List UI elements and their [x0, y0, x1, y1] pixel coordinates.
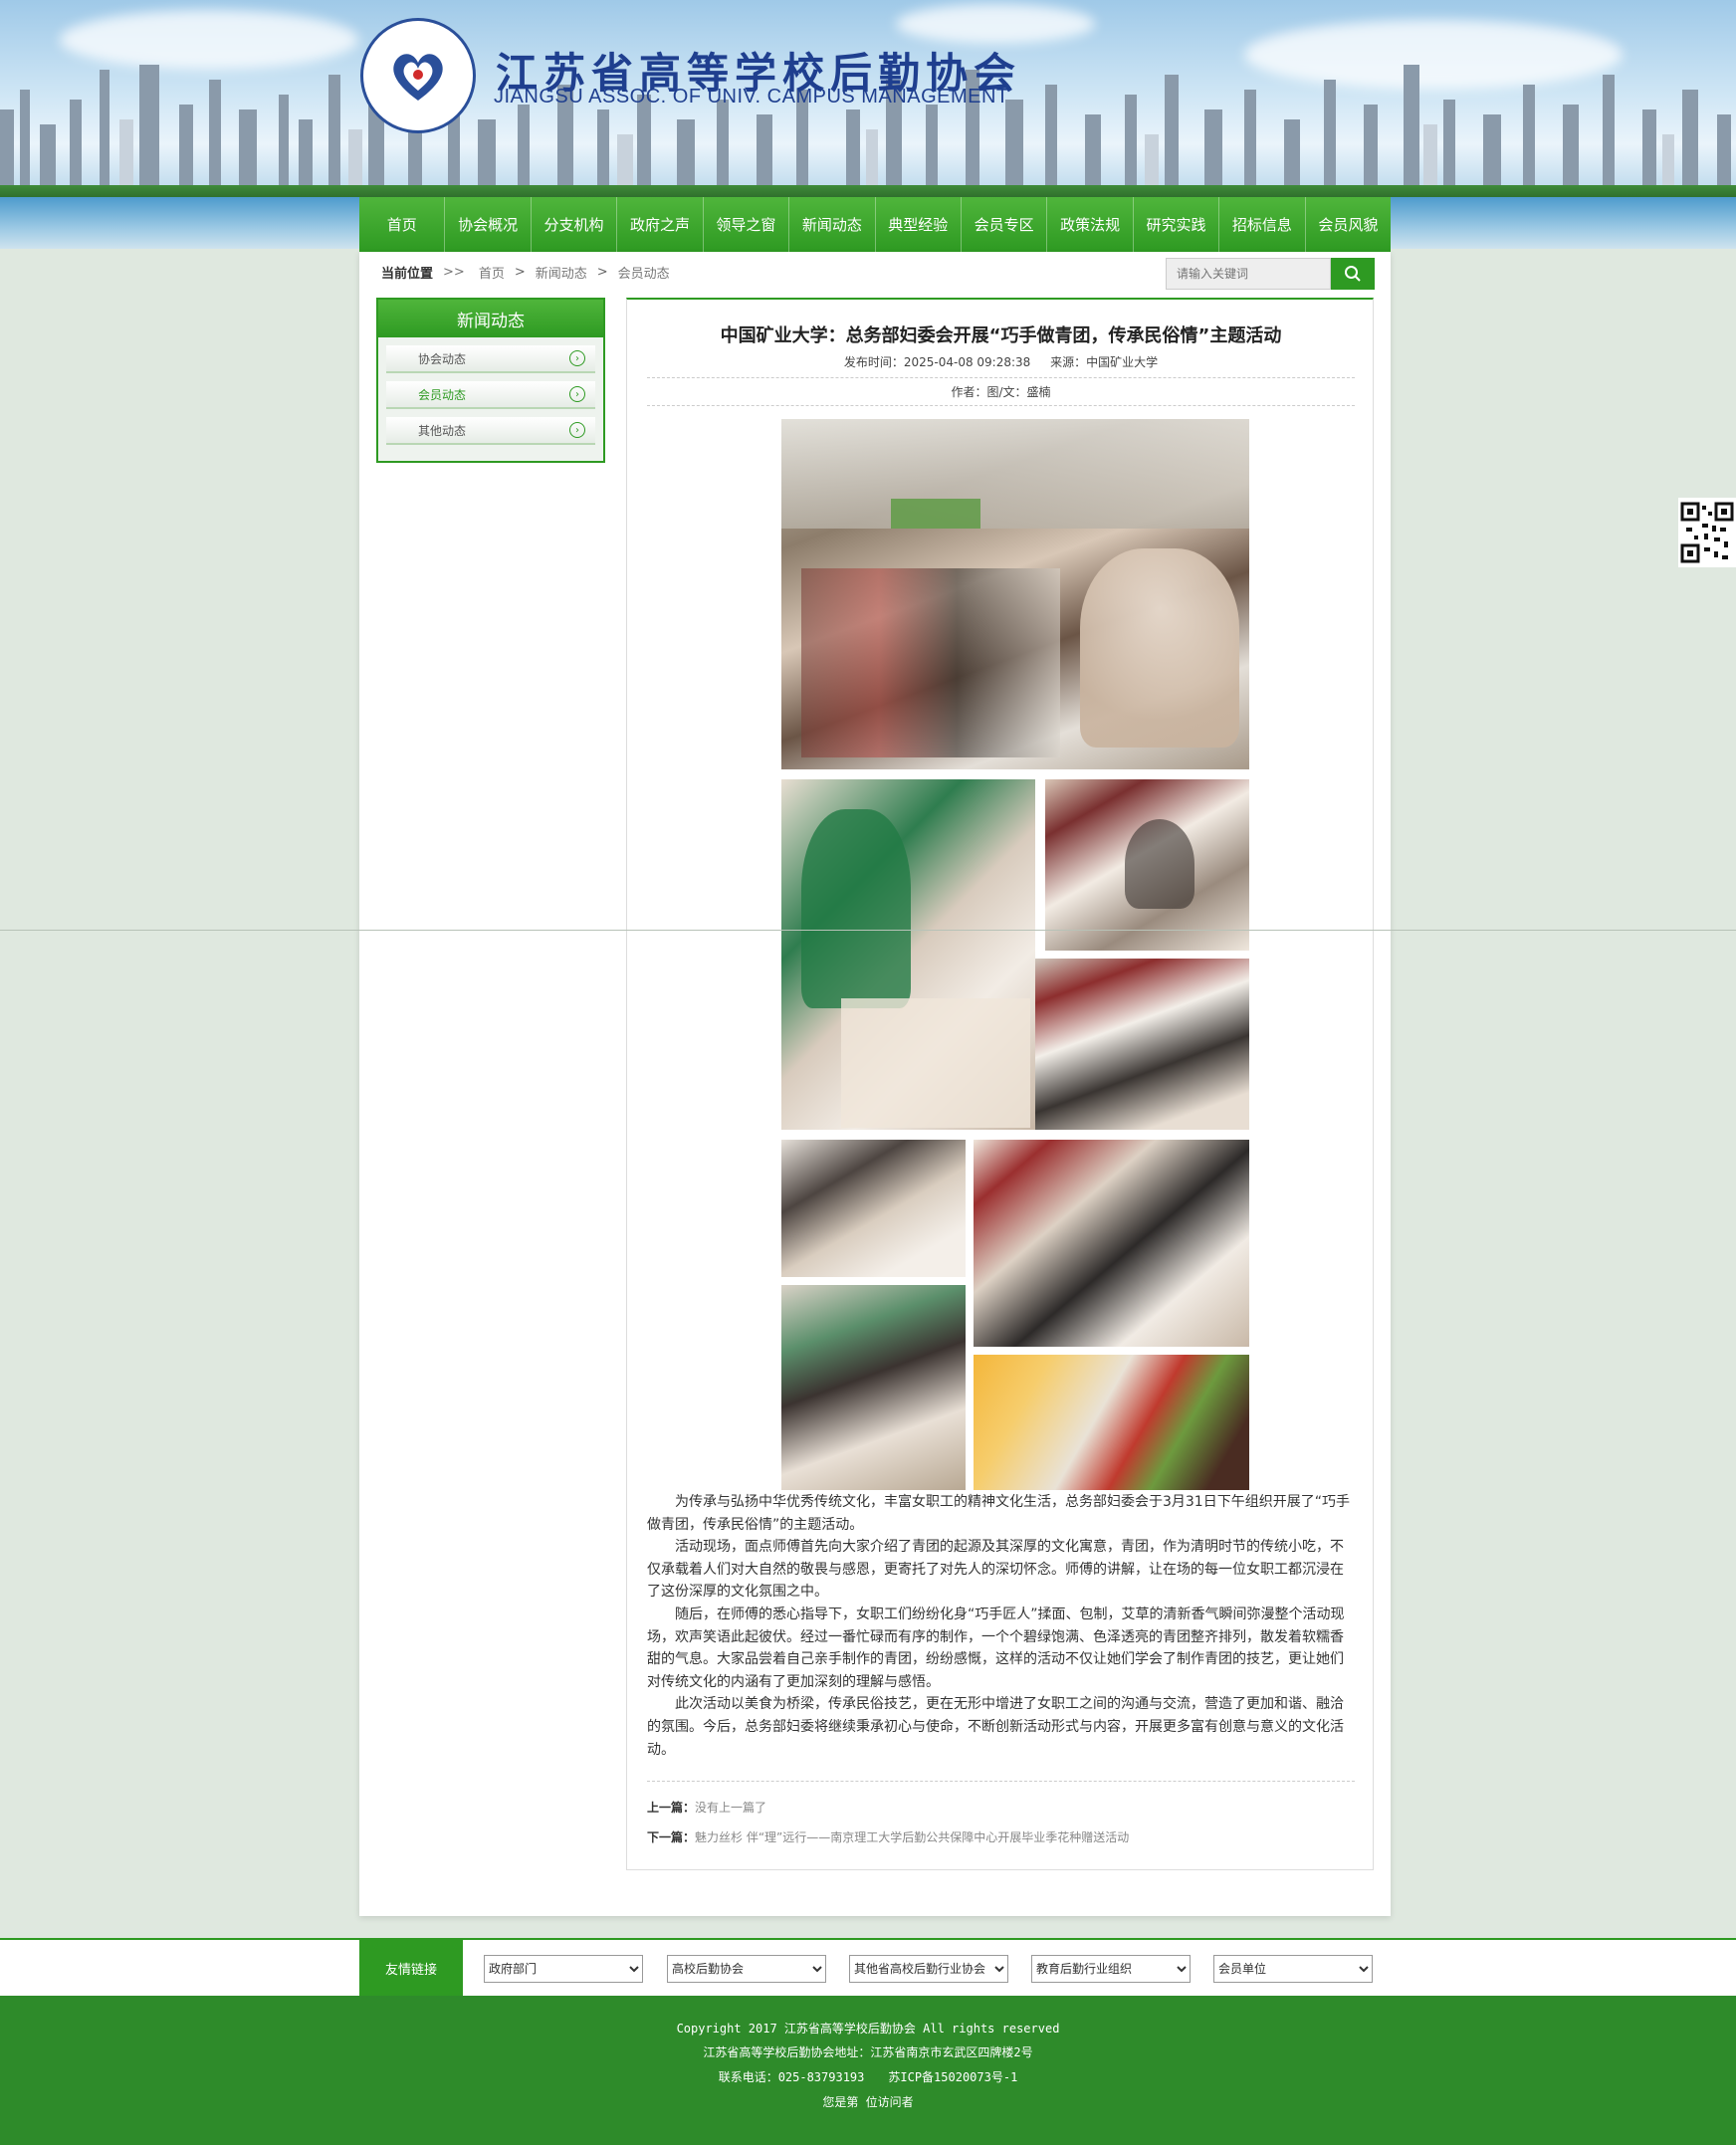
breadcrumb-home[interactable]: 首页 [479, 263, 505, 282]
sidebar-item-label: 协会动态 [418, 351, 467, 366]
breadcrumb: 当前位置 >> 首页 > 新闻动态 > 会员动态 [381, 260, 670, 284]
article-paragraph: 此次活动以美食为桥梁，传承民俗技艺，更在无形中增进了女职工之间的沟通与交流，营造… [647, 1696, 1344, 1758]
nav-policy[interactable]: 政策法规 [1047, 197, 1134, 252]
article-photo-group-table [781, 1140, 966, 1277]
select-other-province-association[interactable]: 其他省高校后勤行业协会 [849, 1955, 1008, 1983]
search-button[interactable] [1331, 258, 1375, 290]
prev-label: 上一篇： [647, 1801, 696, 1815]
sidebar-item-other-news[interactable]: 其他动态 › [386, 417, 595, 445]
article-meta: 发布时间：2025-04-08 09:28:38 来源：中国矿业大学 [627, 353, 1375, 370]
next-link[interactable]: 魅力丝杉 伴“理”远行——南京理工大学后勤公共保障中心开展毕业季花种赠送活动 [695, 1830, 1129, 1844]
search-icon [1345, 266, 1361, 282]
search-box [1166, 258, 1375, 290]
sidebar-item-member-news[interactable]: 会员动态 › [386, 381, 595, 409]
article: 中国矿业大学：总务部妇委会开展“巧手做青团，传承民俗情”主题活动 发布时间：20… [626, 298, 1374, 1870]
select-member-units[interactable]: 会员单位 [1213, 1955, 1373, 1983]
footer: Copyright 2017 江苏省高等学校后勤协会 All rights re… [0, 1996, 1736, 2145]
footer-visitor-count: 您是第 位访问者 [822, 2095, 914, 2109]
article-author: 作者：图/文：盛楠 [951, 385, 1051, 399]
site-subtitle: JIANGSU ASSOC. OF UNIV. CAMPUS MANAGEMEN… [494, 86, 1009, 107]
next-article: 下一篇：魅力丝杉 伴“理”远行——南京理工大学后勤公共保障中心开展毕业季花种赠送… [647, 1828, 1129, 1845]
chevron-right-icon: › [569, 386, 585, 402]
next-label: 下一篇： [647, 1830, 696, 1844]
article-photo-table-work [1045, 779, 1249, 951]
main-nav: 首页 协会概况 分支机构 政府之声 领导之窗 新闻动态 典型经验 会员专区 政策… [359, 197, 1391, 252]
chevron-right-icon: › [569, 350, 585, 366]
article-title: 中国矿业大学：总务部妇委会开展“巧手做青团，传承民俗情”主题活动 [720, 325, 1282, 346]
prev-article: 上一篇：没有上一篇了 [647, 1799, 766, 1816]
article-photo-long-table [1035, 959, 1249, 1130]
association-logo[interactable] [360, 18, 476, 133]
breadcrumb-member-news[interactable]: 会员动态 [618, 263, 670, 282]
breadcrumb-separator: > [514, 264, 526, 280]
qr-code [1678, 498, 1736, 567]
breadcrumb-separator: > [596, 264, 608, 280]
prev-link[interactable]: 没有上一篇了 [695, 1801, 766, 1815]
content-panel: 当前位置 >> 首页 > 新闻动态 > 会员动态 新闻动态 协会动态 › 会员动… [359, 252, 1391, 1916]
nav-overview[interactable]: 协会概况 [445, 197, 532, 252]
nav-branches[interactable]: 分支机构 [532, 197, 618, 252]
nav-government[interactable]: 政府之声 [617, 197, 704, 252]
article-photo-seated [781, 1285, 966, 1490]
friend-links-label: 友情链接 [359, 1938, 463, 1998]
footer-address: 江苏省高等学校后勤协会地址：江苏省南京市玄武区四牌楼2号 [703, 2045, 1033, 2059]
sidebar-item-association-news[interactable]: 协会动态 › [386, 345, 595, 373]
nav-member-style[interactable]: 会员风貌 [1306, 197, 1391, 252]
heart-logo-icon [393, 54, 443, 101]
nav-home[interactable]: 首页 [359, 197, 446, 252]
article-photo-food-spread [974, 1355, 1249, 1490]
nav-news[interactable]: 新闻动态 [789, 197, 876, 252]
sidebar-item-label: 其他动态 [418, 423, 467, 438]
article-photo-rolling [974, 1140, 1249, 1347]
article-photo-making-dumplings [781, 779, 1035, 1130]
publish-time: 发布时间：2025-04-08 09:28:38 [843, 355, 1031, 369]
qr-code-icon [1680, 502, 1734, 563]
article-paragraph: 活动现场，面点师傅首先向大家介绍了青团的起源及其深厚的文化寓意，青团，作为清明时… [647, 1539, 1344, 1601]
breadcrumb-label: 当前位置 [381, 266, 434, 282]
footer-copyright: Copyright 2017 江苏省高等学校后勤协会 All rights re… [676, 2022, 1060, 2036]
article-paragraph: 随后，在师傅的悉心指导下，女职工们纷纷化身“巧手匠人”揉面、包制，艾草的清新香气… [647, 1606, 1345, 1690]
nav-research[interactable]: 研究实践 [1134, 197, 1220, 252]
sidebar: 新闻动态 协会动态 › 会员动态 › 其他动态 › [376, 298, 605, 463]
search-input[interactable] [1166, 258, 1331, 290]
nav-experience[interactable]: 典型经验 [876, 197, 962, 252]
article-photo-group [781, 419, 1249, 769]
select-government[interactable]: 政府部门 [484, 1955, 643, 1983]
footer-contact: 联系电话：025-83793193 苏ICP备15020073号-1 [718, 2070, 1018, 2084]
breadcrumb-news[interactable]: 新闻动态 [536, 263, 587, 282]
article-paragraph: 为传承与弘扬中华优秀传统文化，丰富女职工的精神文化生活，总务部妇委会于3月31日… [647, 1494, 1350, 1533]
friend-links-bar: 友情链接 政府部门 高校后勤协会 其他省高校后勤行业协会 教育后勤行业组织 会员… [0, 1938, 1736, 1998]
sidebar-item-label: 会员动态 [418, 387, 467, 402]
article-source: 来源：中国矿业大学 [1050, 355, 1159, 369]
nav-members[interactable]: 会员专区 [962, 197, 1048, 252]
breadcrumb-separator: >> [443, 264, 465, 280]
nav-leaders[interactable]: 领导之窗 [704, 197, 790, 252]
article-body: 为传承与弘扬中华优秀传统文化，丰富女职工的精神文化生活，总务部妇委会于3月31日… [647, 1491, 1355, 1761]
select-university-association[interactable]: 高校后勤协会 [667, 1955, 826, 1983]
select-education-organization[interactable]: 教育后勤行业组织 [1031, 1955, 1191, 1983]
sidebar-title: 新闻动态 [378, 300, 603, 337]
nav-tender[interactable]: 招标信息 [1219, 197, 1306, 252]
chevron-right-icon: › [569, 422, 585, 438]
